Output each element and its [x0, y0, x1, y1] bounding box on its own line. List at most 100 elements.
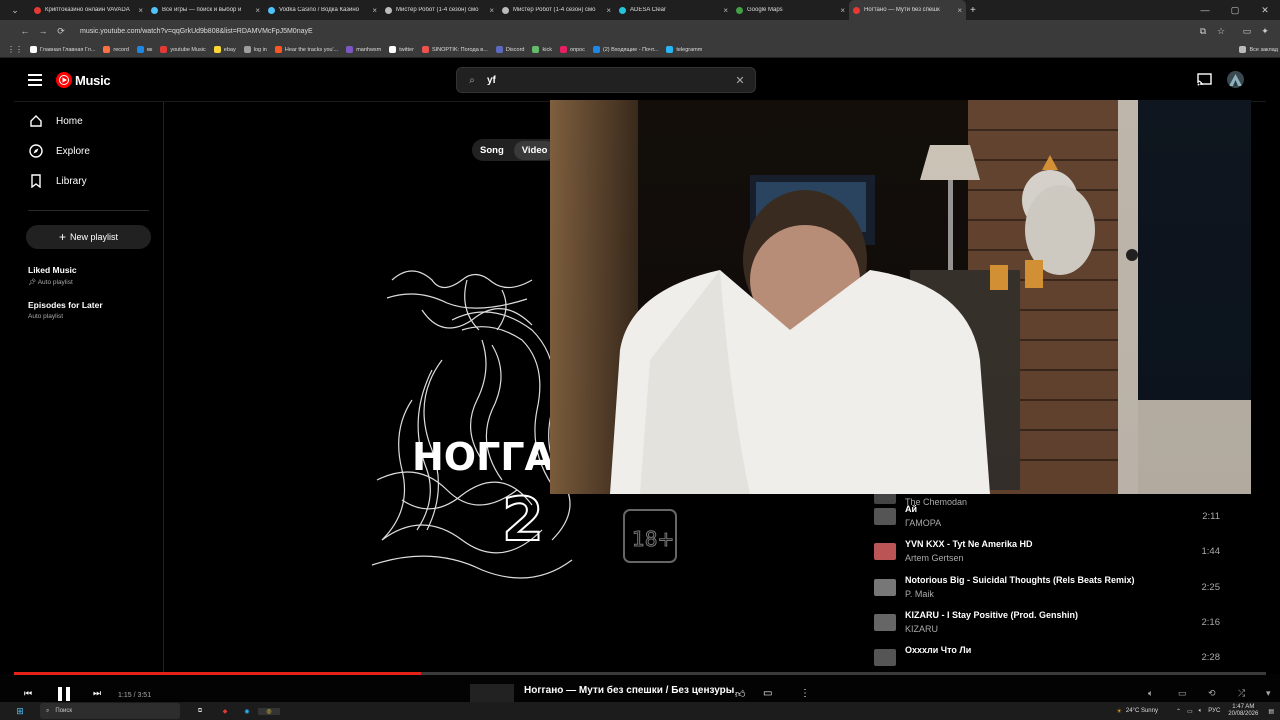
miniplayer-icon[interactable]: ▭: [1178, 688, 1187, 699]
bookmark-item[interactable]: manhwsm: [346, 46, 381, 53]
browser-tab[interactable]: ADESA Clear ×: [615, 0, 732, 20]
edge-icon[interactable]: ◉: [236, 708, 258, 715]
expand-icon[interactable]: ▾: [1266, 688, 1271, 699]
menu-icon[interactable]: [28, 73, 42, 86]
search-input[interactable]: yf: [487, 75, 725, 86]
now-playing-thumbnail[interactable]: [470, 684, 514, 702]
profile-icon[interactable]: ✦: [1256, 26, 1274, 37]
tab-title: Ногтано — Мути без спешк: [864, 7, 940, 13]
tab-close-icon[interactable]: ×: [606, 6, 611, 15]
bookmark-item[interactable]: Hear the tracks you'...: [274, 46, 338, 53]
browser-tab[interactable]: Google Maps ×: [732, 0, 849, 20]
more-icon[interactable]: ⋮: [800, 688, 810, 699]
shuffle-icon[interactable]: ⤮: [1238, 688, 1245, 699]
like-icon[interactable]: 👍︎: [735, 688, 745, 700]
svg-text:2: 2: [502, 485, 544, 555]
notification-icon[interactable]: ▤: [1268, 708, 1274, 715]
sidebar-playlist[interactable]: Liked Music 📌︎ Auto playlist: [14, 265, 163, 286]
window-close-button[interactable]: ✕: [1250, 5, 1280, 16]
queue-title: Ай: [905, 504, 918, 514]
playlist-subtitle: Auto playlist: [28, 313, 64, 320]
bookmark-item[interactable]: youtube Music: [160, 46, 206, 53]
repeat-icon[interactable]: ⟲: [1208, 688, 1216, 699]
bookmark-item[interactable]: twitter: [389, 46, 414, 53]
bookmark-item[interactable]: log in: [243, 46, 267, 53]
tab-close-icon[interactable]: ×: [840, 6, 845, 15]
weather-text[interactable]: 24°C Sunny: [1126, 708, 1158, 714]
sound-icon[interactable]: 🔈︎: [1199, 708, 1203, 715]
next-icon[interactable]: ⏭: [93, 688, 101, 699]
clear-search-icon[interactable]: ✕: [725, 74, 755, 87]
tab-close-icon[interactable]: ×: [957, 6, 962, 15]
avatar[interactable]: [1227, 71, 1244, 88]
comment-icon[interactable]: ▭: [763, 688, 772, 699]
sidebar-item-explore[interactable]: Explore: [14, 136, 163, 166]
sidebar-item-home[interactable]: Home: [14, 106, 163, 136]
tab-list-button[interactable]: ⌄: [0, 5, 30, 16]
apps-grid-icon[interactable]: ⋮⋮: [0, 45, 30, 54]
bookmark-item[interactable]: Discord: [495, 46, 524, 53]
cast-icon[interactable]: [1197, 73, 1212, 91]
minimize-button[interactable]: —: [1190, 5, 1220, 15]
extensions-icon[interactable]: ▭: [1238, 26, 1256, 37]
new-playlist-button[interactable]: + New playlist: [26, 225, 151, 249]
browser-tab[interactable]: Мистер Робот (1-4 сезон) смо ×: [498, 0, 615, 20]
tab-favicon-icon: [853, 6, 860, 14]
pause-icon[interactable]: [56, 686, 72, 702]
now-playing-title[interactable]: Ноггано — Мути без спешки / Без цензуры: [524, 685, 734, 696]
youtube-music-logo[interactable]: Music: [56, 72, 111, 88]
clock[interactable]: 1:47 AM 20/08/2026: [1228, 704, 1258, 718]
language-indicator[interactable]: РУС: [1208, 708, 1220, 714]
bookmark-star-icon[interactable]: ☆: [1212, 26, 1230, 37]
search-icon: ⌕: [469, 74, 475, 86]
install-app-icon[interactable]: ⧉: [1194, 26, 1212, 37]
back-icon[interactable]: ←: [16, 26, 34, 36]
reload-icon[interactable]: ⟳: [52, 26, 70, 37]
browser-tab[interactable]: Ногтано — Мути без спешк ×: [849, 0, 966, 20]
queue-item[interactable]: Notorious Big - Suicidal Thoughts (Rels …: [874, 573, 1234, 607]
song-tab[interactable]: Song: [480, 145, 504, 156]
sidebar-item-library[interactable]: Library: [14, 166, 163, 196]
app-icon-red[interactable]: ◆: [214, 708, 236, 715]
queue-item[interactable]: Ай ГАМОРА 2:11: [874, 502, 1234, 536]
task-view-icon[interactable]: ⧉: [186, 708, 214, 715]
bookmark-item[interactable]: Главная Главная Гл...: [30, 46, 95, 53]
chrome-icon[interactable]: ◎: [258, 707, 280, 715]
maximize-button[interactable]: ▢: [1220, 5, 1250, 16]
bookmark-item[interactable]: опрос: [559, 46, 585, 53]
queue-item[interactable]: YVN KXX - Tyt Ne Amerika HD Artem Gertsen…: [874, 537, 1234, 571]
queue-title: Охххли Что Ли: [905, 645, 972, 655]
bookmark-item[interactable]: SINOPTIK: Погода в...: [421, 46, 488, 53]
bookmark-item[interactable]: ebay: [213, 46, 236, 53]
browser-tab[interactable]: Vodka Casino / Водка Казино ×: [264, 0, 381, 20]
sidebar-playlist[interactable]: Episodes for Later Auto playlist: [14, 300, 163, 320]
bookmark-item[interactable]: telegramm: [666, 46, 702, 53]
start-icon[interactable]: ⊞: [0, 706, 40, 717]
previous-icon[interactable]: ⏮: [24, 688, 32, 699]
tab-close-icon[interactable]: ×: [255, 6, 260, 15]
browser-tab[interactable]: Мистер Робот (1-4 сезон) смо ×: [381, 0, 498, 20]
browser-tab[interactable]: Криптоказино онлайн VAVADA ×: [30, 0, 147, 20]
progress-track[interactable]: [14, 672, 1266, 675]
bookmark-item[interactable]: вк: [136, 46, 152, 53]
tab-close-icon[interactable]: ×: [723, 6, 728, 15]
volume-icon[interactable]: 🔈︎: [1148, 688, 1153, 699]
bookmark-item[interactable]: (2) Входящие - Почт...: [592, 46, 658, 53]
tab-title: Криптоказино онлайн VAVADA: [45, 7, 130, 13]
tab-close-icon[interactable]: ×: [372, 6, 377, 15]
tray-chevron-icon[interactable]: ⌃: [1176, 708, 1181, 715]
tab-close-icon[interactable]: ×: [489, 6, 494, 15]
forward-icon[interactable]: →: [34, 26, 52, 36]
new-tab-button[interactable]: +: [966, 0, 980, 20]
url-field[interactable]: music.youtube.com/watch?v=qqGrkUd9b808&l…: [80, 28, 1194, 35]
folder-icon: [1239, 46, 1247, 53]
all-bookmarks-folder[interactable]: Все заклад: [1239, 46, 1278, 53]
search-box[interactable]: ⌕ yf ✕: [456, 67, 756, 93]
bookmark-item[interactable]: kick: [532, 46, 552, 53]
network-icon[interactable]: ▭: [1187, 708, 1193, 715]
bookmark-item[interactable]: record: [103, 46, 129, 53]
taskbar-search[interactable]: ⌕ Поиск: [40, 703, 180, 719]
browser-tab[interactable]: Все игры — поиск и выбор и ×: [147, 0, 264, 20]
tab-close-icon[interactable]: ×: [138, 6, 143, 15]
queue-item[interactable]: KIZARU - I Stay Positive (Prod. Genshin)…: [874, 608, 1234, 642]
